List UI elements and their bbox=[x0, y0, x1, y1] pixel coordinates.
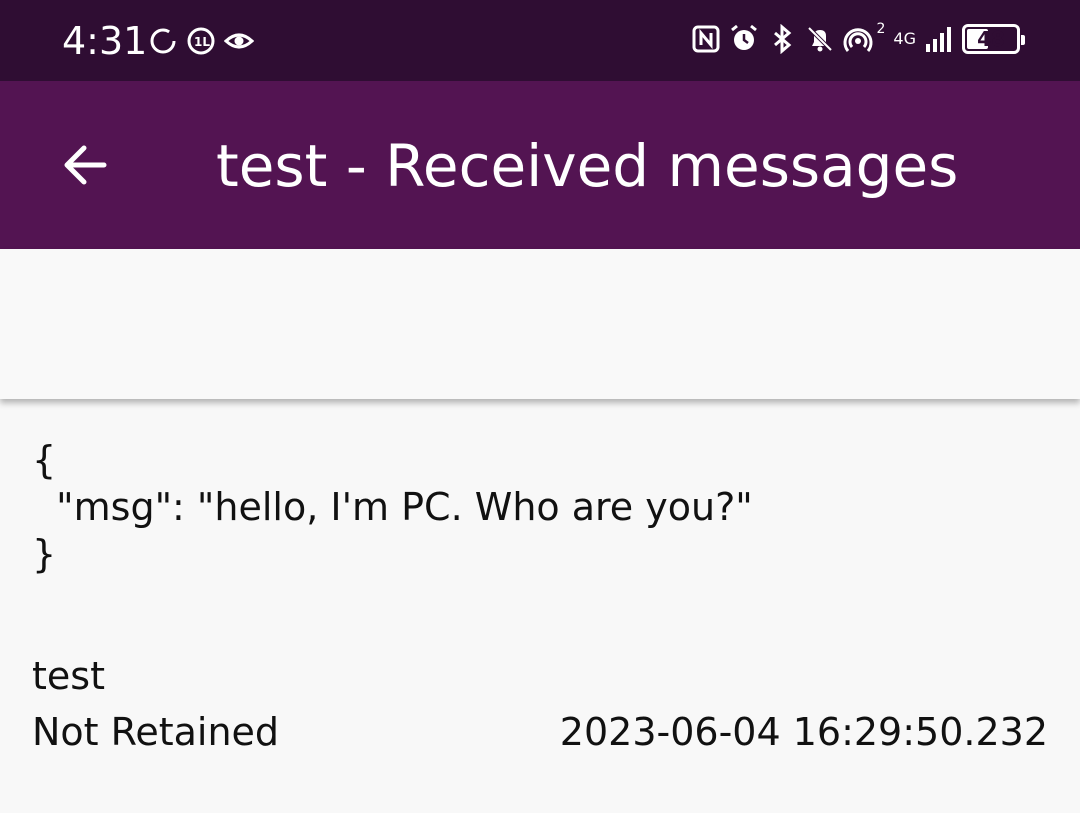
arrow-left-icon bbox=[64, 145, 107, 185]
retained-status: Not Retained bbox=[32, 710, 280, 754]
signal-icon bbox=[926, 27, 951, 52]
status-left-icons: 1L bbox=[148, 26, 254, 56]
status-right-icons: 2 4G 48 bbox=[691, 21, 1025, 54]
message-timestamp: 2023-06-04 16:29:50.232 bbox=[559, 710, 1048, 754]
hotspot-icon bbox=[843, 28, 872, 52]
back-button[interactable] bbox=[54, 135, 114, 195]
alarm-icon bbox=[730, 24, 757, 50]
message-payload: { "msg": "hello, I'm PC. Who are you?" } bbox=[32, 438, 753, 576]
battery-level: 48 bbox=[977, 27, 1005, 51]
nfc-icon bbox=[692, 25, 719, 53]
filter-panel bbox=[0, 249, 1080, 399]
eye-icon bbox=[224, 33, 254, 49]
status-bar: 4:31 1L 2 4G 48 bbox=[0, 0, 1080, 81]
page-title: test - Received messages bbox=[216, 132, 959, 200]
message-card[interactable]: { "msg": "hello, I'm PC. Who are you?" }… bbox=[0, 399, 1080, 813]
status-time: 4:31 bbox=[62, 19, 148, 63]
data-saver-icon: 1L bbox=[187, 27, 215, 55]
sync-icon bbox=[150, 28, 176, 54]
hotspot-count: 2 bbox=[876, 21, 886, 37]
message-topic: test bbox=[32, 654, 105, 698]
bluetooth-icon bbox=[773, 24, 791, 54]
battery-icon: 48 bbox=[962, 24, 1025, 54]
svg-text:1L: 1L bbox=[194, 35, 210, 49]
app-bar: test - Received messages bbox=[0, 81, 1080, 249]
network-type: 4G bbox=[893, 29, 916, 48]
bell-muted-icon bbox=[807, 26, 832, 52]
